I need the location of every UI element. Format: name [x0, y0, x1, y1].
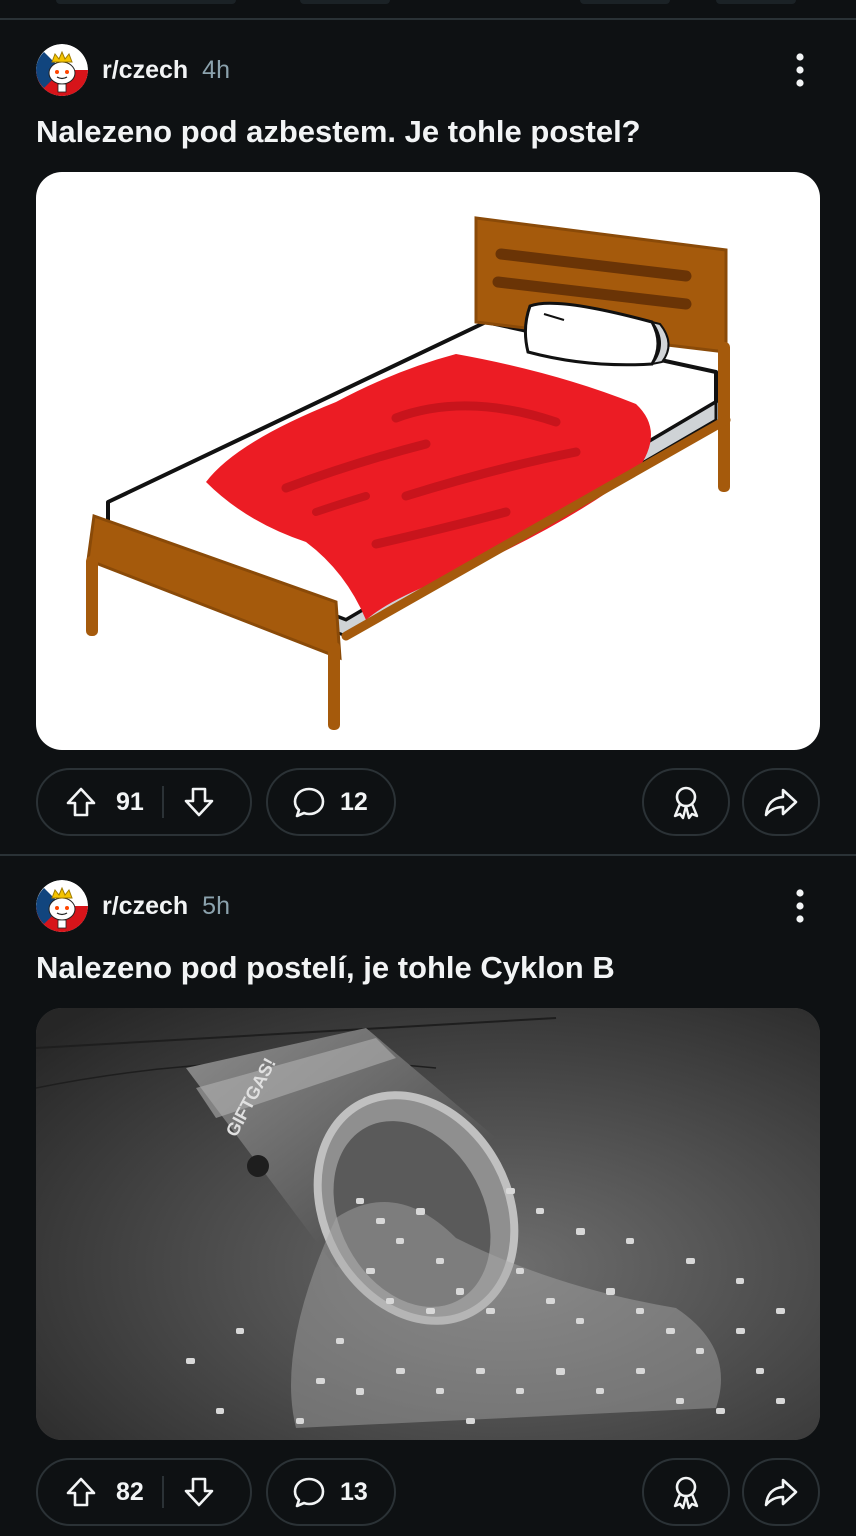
share-button[interactable]: [742, 1458, 820, 1526]
arrow-down-icon[interactable]: [182, 1475, 216, 1509]
subreddit-avatar[interactable]: [36, 880, 88, 932]
more-options-button[interactable]: [786, 886, 814, 926]
comment-count: 13: [340, 1477, 368, 1506]
award-ribbon-icon: [673, 1476, 699, 1510]
post-age: 5h: [202, 891, 230, 920]
comments-button[interactable]: 13: [266, 1458, 396, 1526]
post-card[interactable]: r/czech 4h Nalezeno pod azbestem. Je toh…: [0, 44, 856, 844]
previous-post-action-remnant: [300, 0, 390, 4]
subreddit-name[interactable]: r/czech: [102, 892, 188, 921]
previous-post-action-remnant: [716, 0, 796, 4]
arrow-up-icon[interactable]: [64, 785, 98, 819]
spilled-can-photo: GIFTGAS!: [36, 1008, 820, 1440]
vote-control: 82: [36, 1458, 252, 1526]
post-actions: 82 13: [36, 1458, 820, 1526]
share-arrow-icon: [764, 788, 798, 817]
post-divider: [0, 18, 856, 20]
comments-button[interactable]: 12: [266, 768, 396, 836]
share-button[interactable]: [742, 768, 820, 836]
vertical-ellipsis-icon: [796, 889, 804, 923]
speech-bubble-icon: [293, 787, 325, 818]
feed: r/czech 4h Nalezeno pod azbestem. Je toh…: [0, 0, 856, 1536]
post-card[interactable]: r/czech 5h Nalezeno pod postelí, je tohl…: [0, 880, 856, 1536]
post-actions: 91 12: [36, 768, 820, 836]
previous-post-action-remnant: [56, 0, 236, 4]
post-age: 4h: [202, 55, 230, 84]
vote-separator: [161, 1476, 164, 1508]
post-image[interactable]: [36, 172, 820, 750]
vote-control: 91: [36, 768, 252, 836]
subreddit-avatar[interactable]: [36, 44, 88, 96]
more-options-button[interactable]: [786, 50, 814, 90]
post-header: r/czech 4h: [36, 44, 820, 96]
bed-drawing: [86, 216, 731, 730]
award-ribbon-icon: [673, 786, 699, 820]
upvote-count: 91: [116, 787, 144, 816]
post-title[interactable]: Nalezeno pod postelí, je tohle Cyklon B: [36, 950, 615, 986]
comment-count: 12: [340, 787, 368, 816]
award-button[interactable]: [642, 1458, 730, 1526]
subreddit-name[interactable]: r/czech: [102, 56, 188, 85]
vote-separator: [161, 786, 164, 818]
post-divider: [0, 854, 856, 856]
share-arrow-icon: [764, 1478, 798, 1507]
post-title[interactable]: Nalezeno pod azbestem. Je tohle postel?: [36, 114, 641, 150]
upvote-count: 82: [116, 1477, 144, 1506]
previous-post-action-remnant: [580, 0, 670, 4]
award-button[interactable]: [642, 768, 730, 836]
post-header: r/czech 5h: [36, 880, 820, 932]
arrow-down-icon[interactable]: [182, 785, 216, 819]
speech-bubble-icon: [293, 1477, 325, 1508]
arrow-up-icon[interactable]: [64, 1475, 98, 1509]
post-image[interactable]: GIFTGAS!: [36, 1008, 820, 1440]
vertical-ellipsis-icon: [796, 53, 804, 87]
